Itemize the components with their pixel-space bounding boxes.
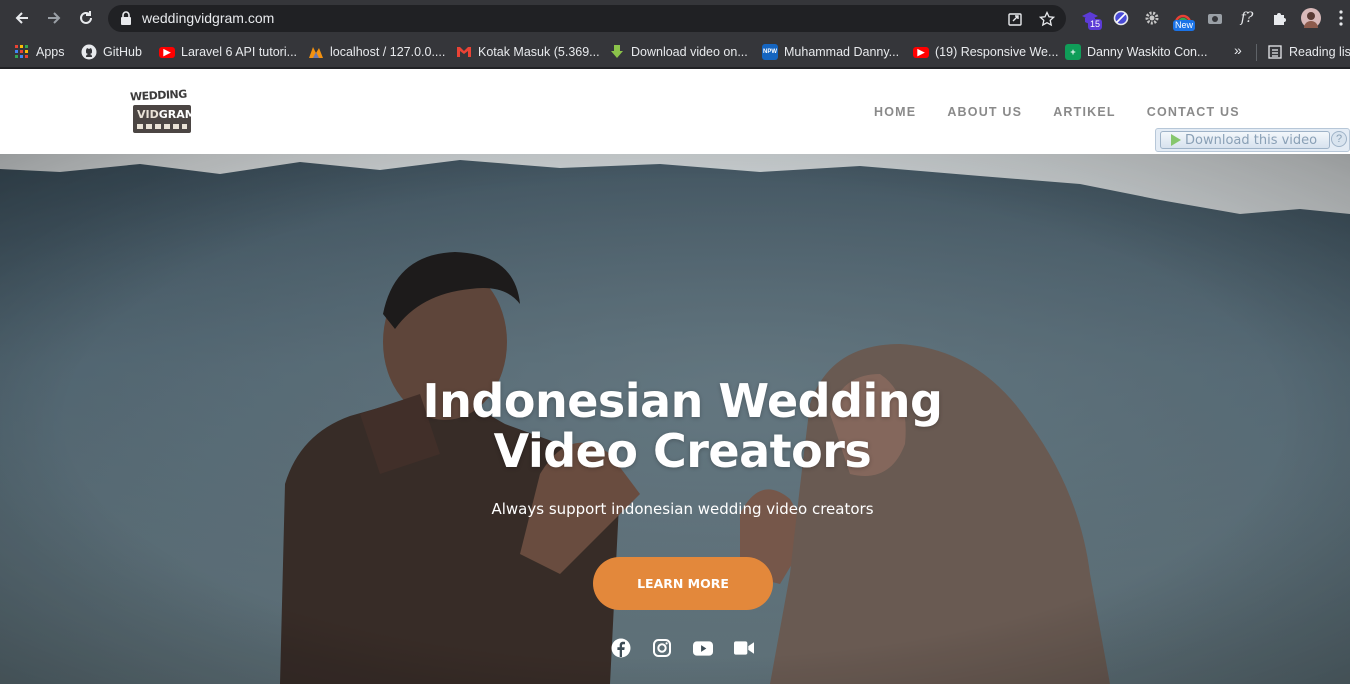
sheets-icon: + xyxy=(1065,44,1081,60)
social-links xyxy=(611,638,754,658)
phpmyadmin-icon xyxy=(308,44,324,60)
rainbow-extension-icon[interactable]: New xyxy=(1173,8,1196,31)
bookmark-label: localhost / 127.0.0.... xyxy=(330,45,446,59)
bookmark-muhammad-danny[interactable]: NPW Muhammad Danny... xyxy=(762,43,899,61)
nav-artikel[interactable]: ARTIKEL xyxy=(1053,105,1116,119)
npw-icon: NPW xyxy=(762,44,778,60)
logo-film-box: VIDGRAM xyxy=(133,105,196,133)
function-extension-icon[interactable]: f? xyxy=(1237,8,1257,28)
new-badge: New xyxy=(1173,20,1196,31)
bookmark-label: Apps xyxy=(36,45,65,59)
weddingvidgram-logo[interactable]: WEDDING VIDGRAM xyxy=(129,87,196,135)
bookmark-download-video[interactable]: Download video on... xyxy=(609,43,748,61)
address-bar[interactable]: weddingvidgram.com xyxy=(108,5,1066,32)
bookmark-apps[interactable]: Apps xyxy=(14,43,65,61)
share-icon[interactable] xyxy=(1006,10,1024,28)
bookmarks-divider xyxy=(1256,44,1257,61)
bookmark-label: Download video on... xyxy=(631,45,748,59)
gmail-icon xyxy=(456,44,472,60)
bookmark-label: Laravel 6 API tutori... xyxy=(181,45,298,59)
nav-contact-us[interactable]: CONTACT US xyxy=(1147,105,1240,119)
bookmark-label: (19) Responsive We... xyxy=(935,45,1059,59)
github-icon xyxy=(81,44,97,60)
help-icon[interactable]: ? xyxy=(1331,131,1347,147)
youtube-icon: ▶ xyxy=(913,46,929,58)
logo-vidgram-text: VIDGRAM xyxy=(137,108,196,121)
profile-avatar[interactable] xyxy=(1301,8,1321,28)
bookmarks-overflow-chevron-icon[interactable]: » xyxy=(1234,42,1242,58)
reading-list-label: Reading list xyxy=(1289,45,1350,59)
instagram-icon[interactable] xyxy=(652,638,672,658)
site-header: WEDDING VIDGRAM HOME ABOUT US ARTIKEL CO… xyxy=(0,69,1350,154)
film-strip-icon xyxy=(137,124,187,129)
youtube-icon: ▶ xyxy=(159,46,175,58)
url-text[interactable]: weddingvidgram.com xyxy=(142,10,274,26)
reading-list-button[interactable]: Reading list xyxy=(1267,43,1350,61)
forward-arrow-icon[interactable] xyxy=(42,6,66,30)
lock-icon[interactable] xyxy=(120,11,132,25)
bookmark-star-icon[interactable] xyxy=(1038,10,1056,28)
bookmark-gmail[interactable]: Kotak Masuk (5.369... xyxy=(456,43,600,61)
bookmark-label: GitHub xyxy=(103,45,142,59)
browser-toolbar: weddingvidgram.com 15 New f? xyxy=(0,0,1350,36)
video-camera-icon[interactable] xyxy=(734,638,754,658)
download-video-label: Download this video xyxy=(1185,132,1318,148)
extension-hat-icon[interactable]: 15 xyxy=(1080,8,1103,30)
bookmark-laravel[interactable]: ▶ Laravel 6 API tutori... xyxy=(159,43,297,61)
play-triangle-icon xyxy=(1171,134,1181,146)
download-arrow-icon xyxy=(609,44,625,60)
extension-count-badge: 15 xyxy=(1088,19,1103,30)
reading-list-icon xyxy=(1267,44,1283,60)
reload-icon[interactable] xyxy=(74,6,98,30)
hero-subtitle: Always support indonesian wedding video … xyxy=(491,500,874,518)
logo-wedding-text: WEDDING xyxy=(129,87,188,104)
bookmark-label: Kotak Masuk (5.369... xyxy=(478,45,600,59)
camera-extension-icon[interactable] xyxy=(1205,8,1225,28)
nav-about-us[interactable]: ABOUT US xyxy=(947,105,1022,119)
gear-extension-icon[interactable] xyxy=(1142,8,1162,28)
bookmark-label: Muhammad Danny... xyxy=(784,45,900,59)
back-arrow-icon[interactable] xyxy=(10,6,34,30)
bookmark-localhost[interactable]: localhost / 127.0.0.... xyxy=(308,43,445,61)
bookmark-responsive-web[interactable]: ▶ (19) Responsive We... xyxy=(913,43,1058,61)
main-nav: HOME ABOUT US ARTIKEL CONTACT US xyxy=(874,105,1240,119)
download-video-button[interactable]: Download this video xyxy=(1160,131,1330,149)
facebook-icon[interactable] xyxy=(611,638,631,658)
block-extension-icon[interactable] xyxy=(1111,8,1131,28)
hero-title: Indonesian Wedding Video Creators xyxy=(422,374,943,478)
nav-home[interactable]: HOME xyxy=(874,105,916,119)
bookmark-danny-waskito[interactable]: + Danny Waskito Con... xyxy=(1065,43,1207,61)
learn-more-button[interactable]: LEARN MORE xyxy=(593,557,773,610)
youtube-icon[interactable] xyxy=(693,638,713,658)
puzzle-extensions-icon[interactable] xyxy=(1269,8,1289,28)
menu-kebab-icon[interactable] xyxy=(1331,8,1350,28)
bookmarks-bar: Apps GitHub ▶ Laravel 6 API tutori... lo… xyxy=(0,36,1350,68)
download-video-bar: Download this video ? xyxy=(1155,128,1350,152)
apps-grid-icon xyxy=(14,44,30,60)
bookmark-label: Danny Waskito Con... xyxy=(1087,45,1208,59)
hero-section: Indonesian Wedding Video Creators Always… xyxy=(0,154,1350,684)
bookmark-github[interactable]: GitHub xyxy=(81,43,142,61)
